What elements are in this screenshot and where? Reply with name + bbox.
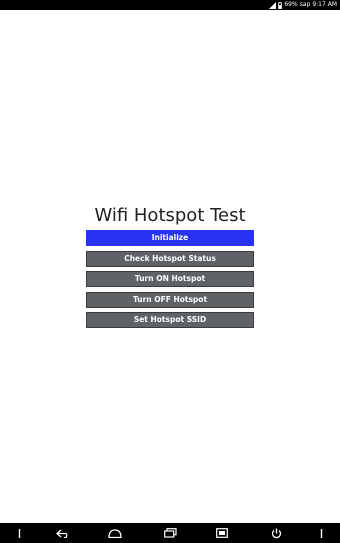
- recent-apps-icon[interactable]: [162, 523, 178, 543]
- initialize-button[interactable]: Initialize: [86, 230, 254, 246]
- battery-icon: [278, 1, 283, 9]
- set-hotspot-ssid-button[interactable]: Set Hotspot SSID: [86, 312, 254, 328]
- status-indicators: 69% sap 9:17 AM: [269, 0, 337, 10]
- page-title: Wifi Hotspot Test: [94, 205, 246, 226]
- menu-icon[interactable]: [14, 523, 24, 543]
- back-icon[interactable]: [54, 523, 72, 543]
- more-icon[interactable]: [316, 523, 326, 543]
- power-icon[interactable]: [268, 523, 284, 543]
- turn-off-hotspot-button[interactable]: Turn OFF Hotspot: [86, 292, 254, 308]
- status-bar: 69% sap 9:17 AM: [0, 0, 340, 10]
- screenshot-icon[interactable]: [214, 523, 230, 543]
- status-time: 9:17 AM: [312, 1, 337, 8]
- battery-percent: 69%: [284, 1, 298, 8]
- turn-on-hotspot-button[interactable]: Turn ON Hotspot: [86, 271, 254, 287]
- check-hotspot-status-button[interactable]: Check Hotspot Status: [86, 251, 254, 267]
- carrier-label: sap: [299, 1, 311, 8]
- home-icon[interactable]: [106, 523, 124, 543]
- signal-icon: [269, 1, 277, 9]
- navigation-bar: [0, 523, 340, 543]
